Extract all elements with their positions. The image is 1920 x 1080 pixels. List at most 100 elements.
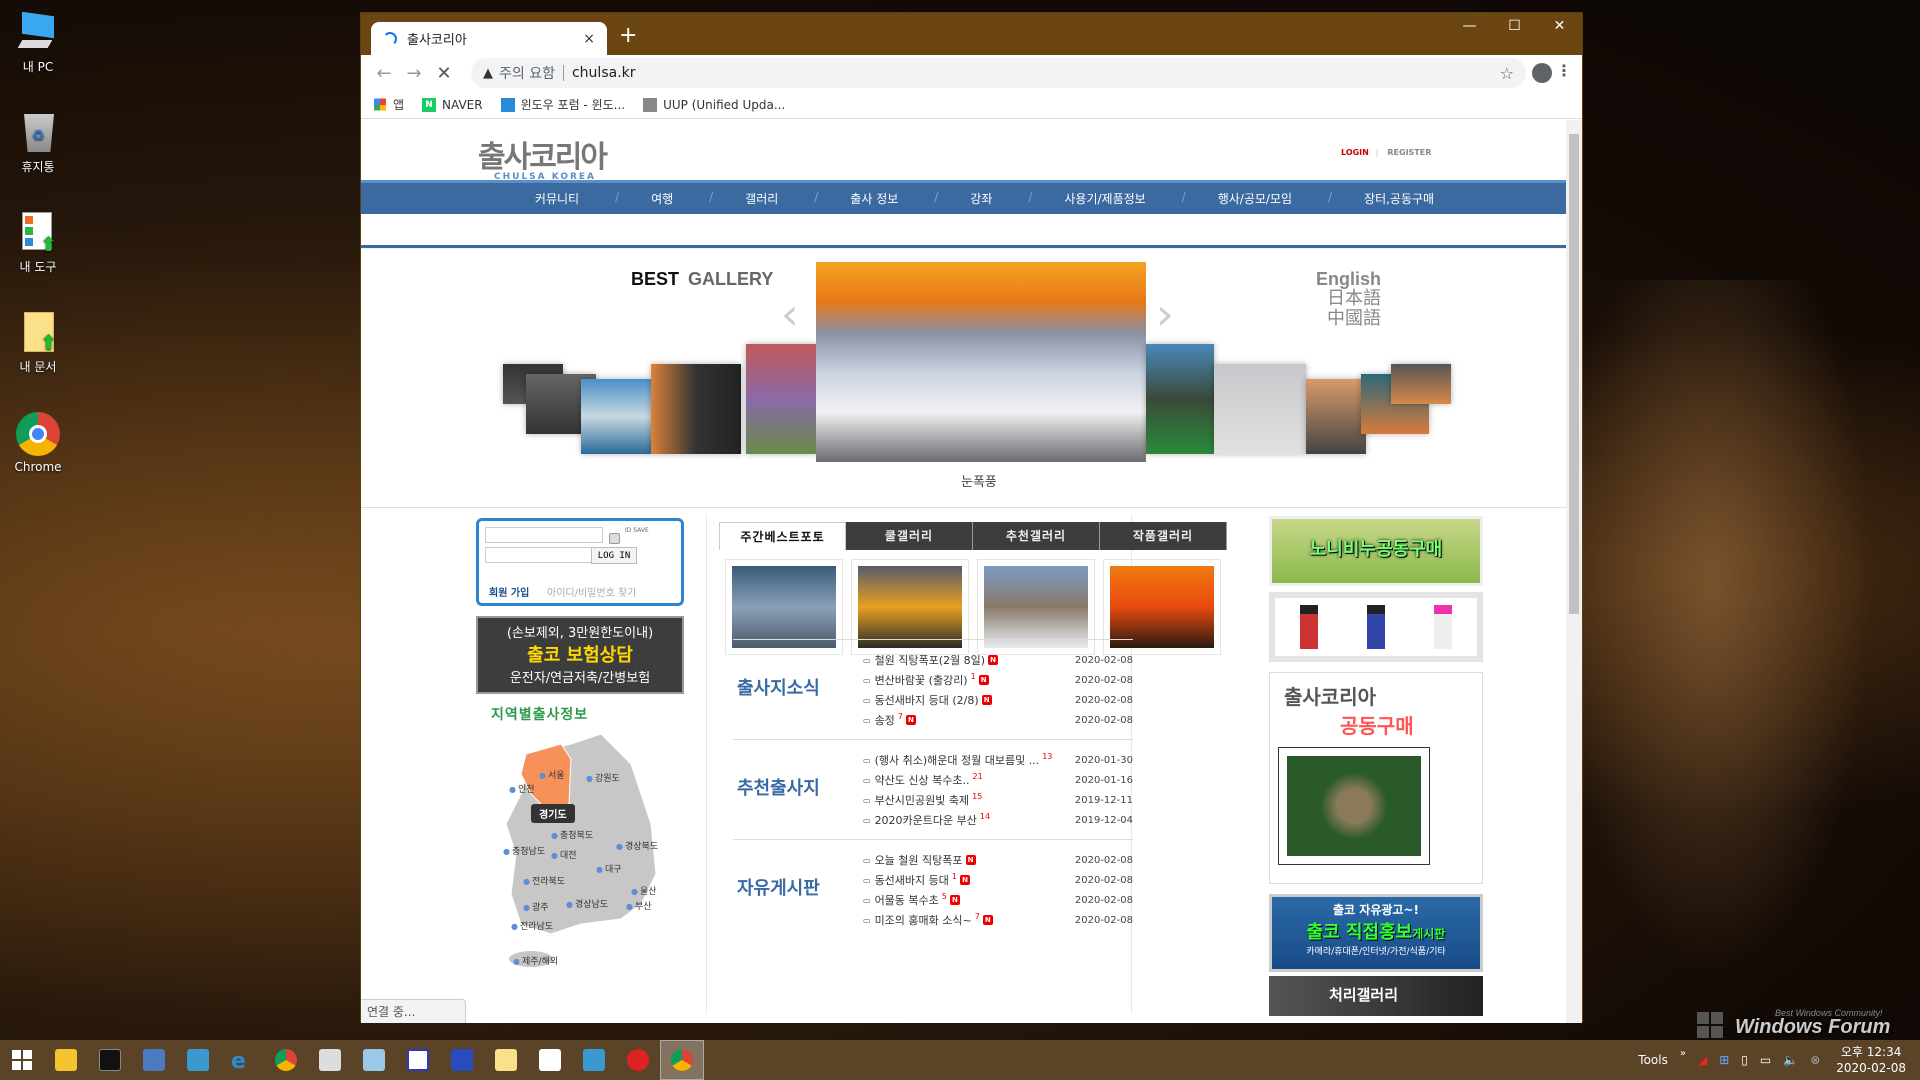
post-row[interactable]: ▭ 부산시민공원빛 축제 15 2019-12-11: [863, 790, 1133, 810]
post-row[interactable]: ▭ 철원 직탕폭포(2월 8일) N 2020-02-08: [863, 650, 1133, 670]
post-row[interactable]: ▭ 송정 7 N 2020-02-08: [863, 710, 1133, 730]
login-link[interactable]: LOGIN: [1341, 148, 1369, 157]
desktop-icon-my-documents[interactable]: ⬆ 내 문서: [0, 310, 76, 375]
url-text[interactable]: chulsa.kr: [572, 65, 636, 81]
gallery-slide[interactable]: [1306, 379, 1366, 454]
post-title[interactable]: 오늘 철원 직탕폭포: [875, 852, 963, 868]
display-icon[interactable]: ▭: [1760, 1053, 1771, 1067]
taskbar-power[interactable]: [616, 1040, 660, 1080]
gallery-next-icon[interactable]: ›: [1156, 289, 1174, 340]
board-title[interactable]: 출사지소식: [737, 674, 820, 700]
stop-loading-button[interactable]: ✕: [429, 63, 459, 84]
post-row[interactable]: ▭ (행사 취소)해운대 정월 대보름및 ... 13 2020-01-30: [863, 750, 1133, 770]
korea-map[interactable]: 경기도 서울 인천 강원도 충청북도 충청남도 대전 경상북도 대구 전라북도 …: [491, 733, 671, 994]
nav-market[interactable]: 장터,공동구매: [1328, 190, 1470, 207]
post-title[interactable]: 2020카운트다운 부산: [875, 812, 977, 828]
region-ulsan[interactable]: 울산: [631, 884, 657, 897]
nav-lectures[interactable]: 강좌: [934, 190, 1032, 207]
gallery-prev-icon[interactable]: ‹: [781, 289, 799, 340]
nav-photo-info[interactable]: 출사 정보: [814, 190, 938, 207]
taskbar-app[interactable]: [132, 1040, 176, 1080]
notification-close-icon[interactable]: ⊗: [1810, 1053, 1820, 1067]
post-title[interactable]: 약산도 신상 복수초..: [875, 772, 970, 788]
insurance-banner[interactable]: (손보제외, 3만원한도이내) 출코 보험상담 운전자/연금저축/간병보험: [476, 616, 684, 694]
taskbar-chrome[interactable]: [264, 1040, 308, 1080]
taskbar-network-app[interactable]: [572, 1040, 616, 1080]
post-title[interactable]: 어물동 복수초: [875, 892, 939, 908]
region-busan[interactable]: 부산: [626, 899, 652, 912]
taskbar-device[interactable]: [308, 1040, 352, 1080]
scrollbar-thumb[interactable]: [1569, 134, 1579, 614]
bookmark-windows-forum[interactable]: 윈도우 포럼 - 윈도...: [500, 96, 625, 113]
post-title[interactable]: 동선새바지 등대 (2/8): [875, 692, 979, 708]
post-row[interactable]: ▭ 약산도 신상 복수초.. 21 2020-01-16: [863, 770, 1133, 790]
region-jeju[interactable]: 제주/해외: [513, 954, 558, 967]
taskbar-internet-explorer[interactable]: e: [220, 1040, 264, 1080]
cheori-gallery-ad[interactable]: 처리갤러리: [1269, 976, 1483, 1016]
nav-reviews[interactable]: 사용기/제품정보: [1028, 190, 1186, 207]
usb-icon[interactable]: ▯: [1741, 1053, 1748, 1067]
post-title[interactable]: 부산시민공원빛 축제: [875, 792, 970, 808]
region-daegu[interactable]: 대구: [596, 862, 622, 875]
tab-recommended-gallery[interactable]: 추천갤러리: [973, 522, 1100, 550]
region-chungnam[interactable]: 충청남도: [503, 844, 545, 857]
taskbar-documents[interactable]: [484, 1040, 528, 1080]
taskbar-command-prompt[interactable]: [88, 1040, 132, 1080]
network-icon[interactable]: ⊞: [1719, 1053, 1729, 1067]
gallery-slide[interactable]: [746, 344, 818, 454]
toolbar-chevron-icon[interactable]: »: [1680, 1048, 1686, 1059]
id-save-checkbox[interactable]: [609, 533, 620, 544]
register-link[interactable]: REGISTER: [1387, 148, 1431, 157]
region-seoul[interactable]: 서울: [539, 768, 565, 781]
clock[interactable]: 오후 12:34 2020-02-08: [1836, 1044, 1906, 1076]
bookmark-apps[interactable]: 앱: [373, 96, 404, 113]
volume-icon[interactable]: 🔈: [1783, 1053, 1798, 1067]
close-window-button[interactable]: ✕: [1537, 13, 1582, 39]
region-gyeongnam[interactable]: 경상남도: [566, 897, 608, 910]
tab-cool-gallery[interactable]: 쿨갤러리: [846, 522, 973, 550]
new-tab-button[interactable]: +: [619, 25, 637, 47]
desktop-icon-my-pc[interactable]: 내 PC: [0, 10, 76, 75]
direct-promo-ad[interactable]: 출코 자유광고~! 출코 직접홍보게시판 카메라/휴대폰/인터넷/가전/식품/기…: [1269, 894, 1483, 972]
bookmark-star-icon[interactable]: ☆: [1500, 64, 1514, 83]
region-incheon[interactable]: 인천: [509, 782, 535, 795]
join-link[interactable]: 회원 가입: [489, 584, 529, 599]
tab-close-icon[interactable]: ×: [583, 31, 595, 47]
post-row[interactable]: ▭ 동선새바지 등대 1 N 2020-02-08: [863, 870, 1133, 890]
region-daejeon[interactable]: 대전: [551, 848, 577, 861]
gallery-slide[interactable]: [651, 364, 741, 454]
tab-chulsa[interactable]: 출사코리아 ×: [371, 22, 607, 55]
login-button[interactable]: LOG IN: [591, 547, 637, 564]
post-title[interactable]: 미조의 홍매화 소식~: [875, 912, 972, 928]
gallery-slide[interactable]: [1391, 364, 1451, 404]
site-logo[interactable]: 출사코리아 CHULSA KOREA: [478, 132, 608, 182]
taskbar-tools[interactable]: [528, 1040, 572, 1080]
group-buy-ad[interactable]: 출사코리아 공동구매: [1269, 672, 1483, 884]
post-row[interactable]: ▭ 오늘 철원 직탕폭포 N 2020-02-08: [863, 850, 1133, 870]
browser-menu-icon[interactable]: ⋮: [1556, 61, 1572, 80]
noni-soap-ad[interactable]: 노니비누공동구매: [1269, 516, 1483, 586]
forward-button[interactable]: →: [399, 63, 429, 84]
gallery-main-photo[interactable]: [816, 262, 1146, 462]
region-gangwon[interactable]: 강원도: [586, 771, 620, 784]
desktop-icon-chrome[interactable]: Chrome: [0, 412, 76, 474]
taskbar-file-explorer[interactable]: [44, 1040, 88, 1080]
post-row[interactable]: ▭ 미조의 홍매화 소식~ 7 N 2020-02-08: [863, 910, 1133, 930]
tab-weekly-best[interactable]: 주간베스트포토: [719, 522, 846, 550]
taskbar-grid-app[interactable]: [396, 1040, 440, 1080]
start-button[interactable]: [0, 1040, 44, 1080]
bookmark-naver[interactable]: N NAVER: [422, 97, 483, 112]
product-bottles-ad[interactable]: [1269, 592, 1483, 662]
taskbar-monitor[interactable]: [176, 1040, 220, 1080]
network-status-icon[interactable]: ◢: [1698, 1053, 1707, 1067]
taskbar-chrome-active[interactable]: [660, 1040, 704, 1080]
lang-english[interactable]: English: [1316, 269, 1381, 289]
desktop-icon-my-tools[interactable]: ⬆ 내 도구: [0, 210, 76, 275]
post-title[interactable]: 동선새바지 등대: [875, 872, 949, 888]
post-row[interactable]: ▭ 2020카운트다운 부산 14 2019-12-04: [863, 810, 1133, 830]
tab-works-gallery[interactable]: 작품갤러리: [1100, 522, 1227, 550]
nav-gallery[interactable]: 갤러리: [709, 190, 818, 207]
lang-japanese[interactable]: 日本語: [1316, 289, 1381, 309]
taskbar-notepad[interactable]: [352, 1040, 396, 1080]
post-title[interactable]: (행사 취소)해운대 정월 대보름및 ...: [875, 752, 1040, 768]
